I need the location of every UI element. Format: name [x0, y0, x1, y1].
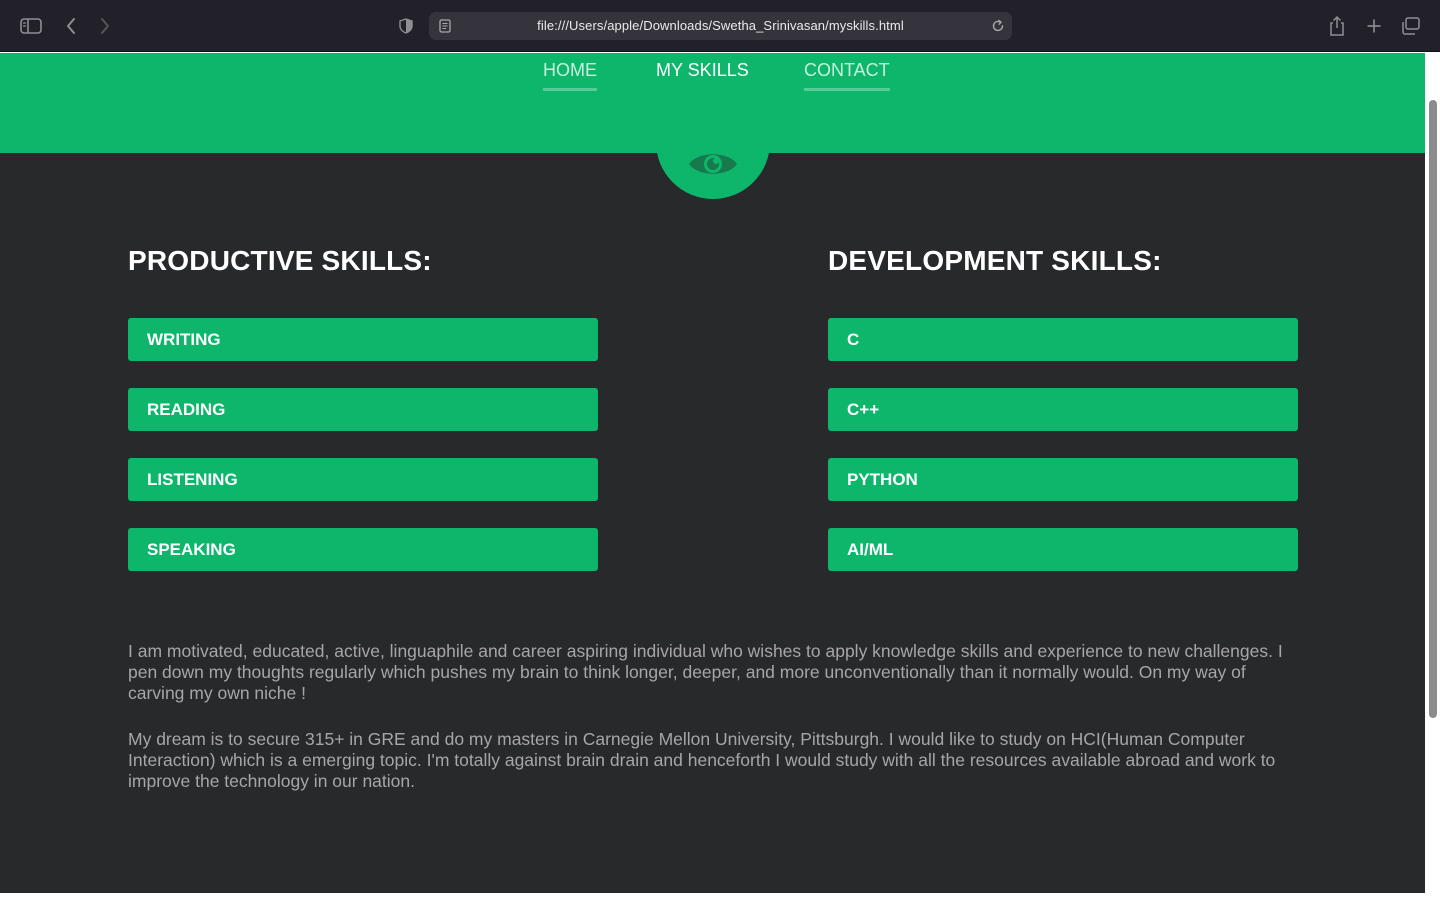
- url-text[interactable]: file:///Users/apple/Downloads/Swetha_Sri…: [429, 12, 1012, 40]
- skill-speaking: SPEAKING: [128, 528, 598, 571]
- development-skills-title: DEVELOPMENT SKILLS:: [828, 245, 1162, 276]
- nav-contact-link[interactable]: CONTACT: [804, 60, 890, 91]
- about-paragraph-2: My dream is to secure 315+ in GRE and do…: [128, 729, 1276, 791]
- skill-python: PYTHON: [828, 458, 1298, 501]
- productive-skills-title: PRODUCTIVE SKILLS:: [128, 245, 432, 276]
- skill-writing: WRITING: [128, 318, 598, 361]
- page-viewport: HOME MY SKILLS CONTACT PRODUCTIVE SKILLS…: [0, 53, 1425, 893]
- reload-icon[interactable]: [990, 18, 1006, 34]
- window-bottom-edge: [0, 893, 1440, 900]
- browser-toolbar: file:///Users/apple/Downloads/Swetha_Sri…: [0, 0, 1440, 52]
- chevron-left-icon[interactable]: [60, 13, 82, 39]
- about-paragraph-1: I am motivated, educated, active, lingua…: [128, 641, 1283, 703]
- sidebar-icon[interactable]: [18, 13, 44, 39]
- skill-listening: LISTENING: [128, 458, 598, 501]
- scrollbar-thumb[interactable]: [1429, 100, 1437, 718]
- share-icon[interactable]: [1326, 13, 1348, 39]
- chevron-right-icon[interactable]: [94, 13, 116, 39]
- eye-icon: [688, 148, 738, 185]
- skill-reading: READING: [128, 388, 598, 431]
- skill-c: C: [828, 318, 1298, 361]
- address-bar[interactable]: file:///Users/apple/Downloads/Swetha_Sri…: [429, 12, 1012, 40]
- plus-icon[interactable]: [1363, 13, 1385, 39]
- nav-home-link[interactable]: HOME: [543, 60, 597, 91]
- skill-cpp: C++: [828, 388, 1298, 431]
- shield-icon[interactable]: [396, 13, 416, 39]
- skill-ai-ml: AI/ML: [828, 528, 1298, 571]
- eye-badge: [656, 83, 770, 199]
- tab-overview-icon[interactable]: [1400, 13, 1422, 39]
